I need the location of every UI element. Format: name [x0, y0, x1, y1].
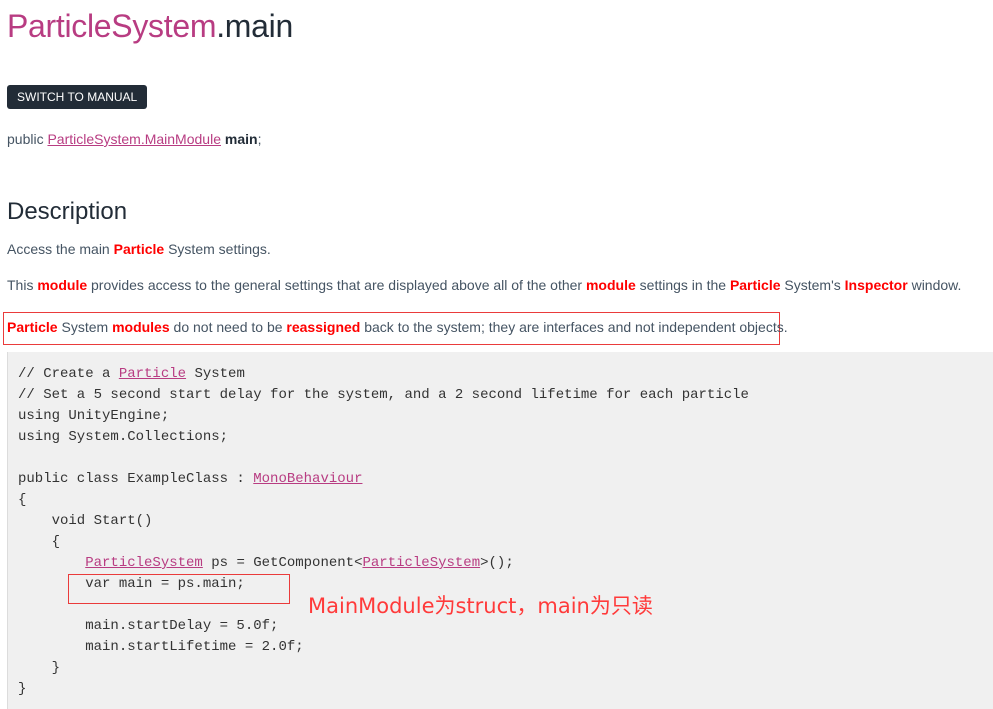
- mainmodule-type-link[interactable]: ParticleSystem.MainModule: [47, 131, 221, 147]
- particle-link[interactable]: Particle: [119, 366, 186, 382]
- code-line: // Set a 5 second start delay for the sy…: [18, 387, 749, 403]
- class-name: ParticleSystem: [7, 8, 217, 44]
- description-paragraph-1: Access the main Particle System settings…: [7, 241, 271, 257]
- code-line: void Start(): [18, 513, 153, 529]
- description-heading: Description: [7, 198, 128, 225]
- particlesystem-link[interactable]: ParticleSystem: [362, 555, 480, 571]
- code-example: [7, 352, 993, 709]
- member-name: .main: [216, 8, 293, 44]
- code-line: {: [18, 492, 27, 508]
- member-name-bold: main: [224, 131, 258, 147]
- declaration: public ParticleSystem.MainModule main;: [7, 131, 262, 147]
- description-paragraph-2: This module provides access to the gener…: [7, 277, 962, 293]
- code-line: using UnityEngine;: [18, 408, 170, 424]
- particlesystem-link[interactable]: ParticleSystem: [85, 555, 203, 571]
- code-line: }: [18, 681, 27, 697]
- code-line: }: [18, 660, 61, 676]
- annotation-note: MainModule为struct，main为只读: [308, 594, 653, 618]
- monobehaviour-link[interactable]: MonoBehaviour: [253, 471, 362, 487]
- code-line: using System.Collections;: [18, 429, 229, 445]
- code-line: main.startLifetime = 2.0f;: [18, 639, 304, 655]
- code-line: main.startDelay = 5.0f;: [18, 618, 279, 634]
- code-line: ParticleSystem ps = GetComponent<Particl…: [85, 555, 514, 571]
- code-line: {: [18, 534, 61, 550]
- highlight-box-code: [68, 574, 290, 604]
- page-title: ParticleSystem.main: [7, 8, 293, 45]
- code-line: // Create a Particle System: [18, 366, 245, 382]
- description-paragraph-3: Particle System modules do not need to b…: [7, 319, 788, 335]
- code-line: public class ExampleClass : MonoBehaviou…: [18, 471, 363, 487]
- switch-to-manual-button[interactable]: SWITCH TO MANUAL: [7, 85, 148, 109]
